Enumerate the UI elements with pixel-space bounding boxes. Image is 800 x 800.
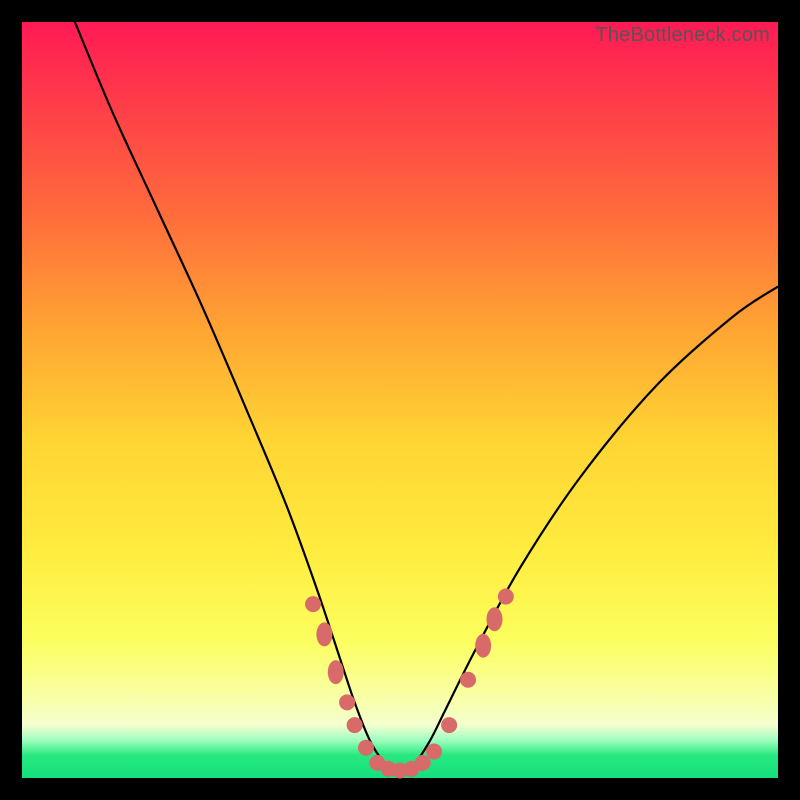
curve-marker — [426, 744, 442, 760]
curve-marker — [487, 607, 503, 631]
curve-marker — [328, 660, 344, 684]
curve-marker — [441, 717, 457, 733]
curve-marker — [358, 740, 374, 756]
curve-marker — [415, 755, 431, 771]
curve-marker — [305, 596, 321, 612]
curve-marker — [339, 694, 355, 710]
chart-frame: TheBottleneck.com — [0, 0, 800, 800]
curve-marker — [347, 717, 363, 733]
bottleneck-curve — [75, 22, 778, 770]
marker-layer — [305, 589, 514, 779]
curve-marker — [460, 672, 476, 688]
curve-marker — [316, 622, 332, 646]
curve-marker — [475, 634, 491, 658]
curve-marker — [498, 589, 514, 605]
plot-area: TheBottleneck.com — [22, 22, 778, 778]
chart-svg — [22, 22, 778, 778]
